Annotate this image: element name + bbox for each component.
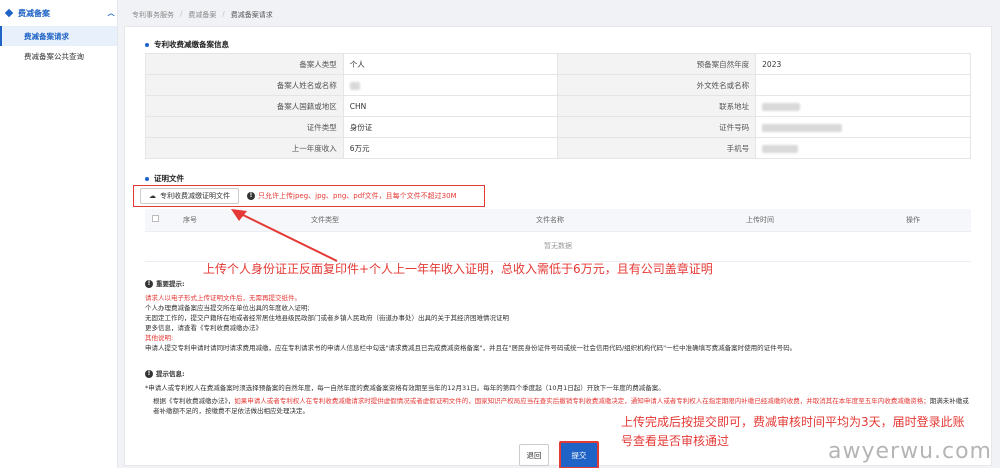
column-header: 文件名称 xyxy=(435,209,665,232)
upload-button-label: 专利收费减缴证明文件 xyxy=(160,192,230,200)
redaction-blur xyxy=(762,123,843,132)
sidebar-group-header[interactable]: 费减备案 ︿ xyxy=(0,0,117,26)
column-header: 序号 xyxy=(165,209,215,232)
field-value-redacted xyxy=(755,137,971,159)
main-card: 专利收费减缴备案信息 备案人类型 个人 预备案自然年度 2023 备案人姓名或名… xyxy=(124,26,992,468)
info-section-title-text: 专利收费减缴备案信息 xyxy=(154,40,229,49)
note-line: 个人办理费减备案应当提交所在单位出具的年度收入证明; xyxy=(145,304,310,312)
redaction-blur xyxy=(762,102,801,111)
upload-certificate-button[interactable]: ☁ 专利收费减缴证明文件 xyxy=(140,188,239,204)
bullet-icon xyxy=(145,176,149,181)
field-label: 备案人姓名或名称 xyxy=(145,74,344,96)
upload-tip: ! 只允许上传jpeg、jpg、png、pdf文件，且每个文件不超过30M xyxy=(247,191,457,201)
field-label: 备案人类型 xyxy=(145,53,344,75)
tip-text-red: 如果申请人或者专利权人在专利收费减缴请求时提供虚假情况或者虚假证明文件的，国家知… xyxy=(234,397,930,405)
redaction-blur xyxy=(762,144,799,153)
column-header: 上传时间 xyxy=(665,209,855,232)
back-button[interactable]: 退回 xyxy=(519,444,549,466)
annotation-upload-text: 上传个人身份证正反面复印件+个人上一年年收入证明，总收入需低于6万元，且有公司盖… xyxy=(203,262,713,276)
annotation-arrow xyxy=(231,209,338,262)
table-row: 上一年度收入 6万元 手机号 xyxy=(145,137,971,159)
field-value-redacted xyxy=(342,74,559,96)
note-line: 无固定工作的，提交户籍所在地或者经常居住地县级民政部门或者乡镇人民政府（街道办事… xyxy=(145,314,509,322)
field-value: 2023 xyxy=(755,53,971,75)
annotation-submit-text-2: 号查看是否审核通过 xyxy=(621,434,730,448)
breadcrumb-item[interactable]: 费减备案 xyxy=(188,10,216,20)
table-row: 证件类型 身份证 证件号码 xyxy=(145,116,971,138)
upload-tip-text: 只允许上传jpeg、jpg、png、pdf文件，且每个文件不超过30M xyxy=(258,192,457,200)
field-value: 身份证 xyxy=(342,116,559,138)
chevron-up-icon: ︿ xyxy=(107,9,115,17)
field-label: 外文姓名或名称 xyxy=(557,74,757,96)
note-line: 其他说明: xyxy=(145,334,174,342)
field-label: 上一年度收入 xyxy=(145,137,344,159)
files-section-title-text: 证明文件 xyxy=(154,174,184,183)
field-label: 证件类型 xyxy=(145,116,344,138)
info-icon: ! xyxy=(247,192,255,200)
field-value: 个人 xyxy=(342,53,559,75)
note-line: 请求人以电子形式上传证明文件后，无需再提交纸件。 xyxy=(145,294,301,302)
tips-title-text: 提示信息: xyxy=(156,370,185,378)
table-row: 备案人类型 个人 预备案自然年度 2023 xyxy=(145,53,971,75)
table-row: 备案人姓名或名称 外文姓名或名称 xyxy=(145,74,971,96)
select-all-checkbox-cell xyxy=(145,209,165,232)
tips-title: ! 提示信息: xyxy=(145,369,975,379)
info-icon: ! xyxy=(145,370,153,378)
select-all-checkbox[interactable] xyxy=(151,215,159,223)
field-label: 联系地址 xyxy=(557,95,757,117)
field-label: 手机号 xyxy=(557,137,757,159)
submit-button[interactable]: 提交 xyxy=(559,441,599,468)
sidebar-item-label: 费减备案请求 xyxy=(24,31,69,41)
field-label: 备案人国籍或地区 xyxy=(145,95,344,117)
sidebar-item-fee-reduction-public-query[interactable]: 费减备案公共查询 xyxy=(0,46,117,66)
tip-line: *申请人或专利权人在费减备案时须选择预备案的自然年度，每一自然年度的费减备案资格… xyxy=(145,384,665,392)
field-label: 证件号码 xyxy=(557,116,757,138)
sidebar-item-fee-reduction-request[interactable]: 费减备案请求 xyxy=(0,26,117,46)
cloud-upload-icon: ☁ xyxy=(149,192,156,200)
upload-area: ☁ 专利收费减缴证明文件 ! 只允许上传jpeg、jpg、png、pdf文件，且… xyxy=(133,185,485,207)
tips-section: ! 提示信息: *申请人或专利权人在费减备案时须选择预备案的自然年度，每一自然年… xyxy=(145,369,975,416)
breadcrumb-item[interactable]: 专利事务服务 xyxy=(132,10,174,20)
breadcrumb-separator: / xyxy=(222,10,225,18)
more-info-link[interactable]: 更多信息，请查看《专利收费减缴办法》 xyxy=(145,324,262,332)
field-value-redacted xyxy=(755,95,971,117)
filing-info-table: 备案人类型 个人 预备案自然年度 2023 备案人姓名或名称 外文姓名或名称 备… xyxy=(145,53,971,159)
field-value xyxy=(755,74,971,96)
field-value-redacted xyxy=(755,116,971,138)
watermark: awyerwu.com xyxy=(828,439,992,464)
note-line: 更多信息，请查看《专利收费减缴办法》 xyxy=(145,323,975,333)
diamond-icon xyxy=(4,8,14,18)
files-section-title: 证明文件 xyxy=(145,173,184,184)
sidebar: 费减备案 ︿ 费减备案请求 费减备案公共查询 xyxy=(0,0,118,468)
info-icon: ! xyxy=(145,280,153,288)
important-title: ! 重要提示: xyxy=(145,279,975,289)
field-label: 预备案自然年度 xyxy=(557,53,757,75)
sidebar-group-label: 费减备案 xyxy=(18,8,50,18)
info-section-title: 专利收费减缴备案信息 xyxy=(145,39,229,50)
redaction-blur xyxy=(349,81,360,90)
note-line: 申请人提交专利申请时请同时请求费用减缴，应在专利请求书的申请人信息栏中勾选"请求… xyxy=(145,344,797,352)
table-row: 备案人国籍或地区 CHN 联系地址 xyxy=(145,95,971,117)
field-value: 6万元 xyxy=(342,137,559,159)
tip-text: 根据《专利收费减缴办法》， xyxy=(153,397,235,405)
breadcrumb-separator: / xyxy=(180,10,183,18)
breadcrumb: 专利事务服务 / 费减备案 / 费减备案请求 xyxy=(132,10,273,20)
bullet-icon xyxy=(145,42,149,47)
important-notes: ! 重要提示: 请求人以电子形式上传证明文件后，无需再提交纸件。 个人办理费减备… xyxy=(145,279,975,353)
sidebar-item-label: 费减备案公共查询 xyxy=(24,51,84,61)
field-value: CHN xyxy=(342,95,559,117)
annotation-submit-text-1: 上传完成后按提交即可，费减审核时间平均为3天，届时登录此账 xyxy=(621,415,965,429)
important-title-text: 重要提示: xyxy=(156,280,185,288)
breadcrumb-current: 费减备案请求 xyxy=(230,11,273,19)
column-header: 操作 xyxy=(855,209,971,232)
